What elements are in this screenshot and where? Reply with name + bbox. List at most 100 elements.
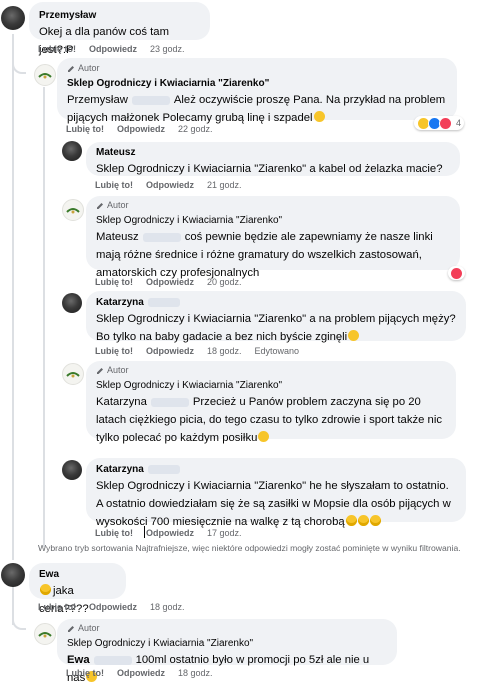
reply-button[interactable]: Odpowiedz xyxy=(146,180,194,190)
avatar[interactable] xyxy=(62,460,82,480)
comment-bubble: Przemysław Okej a dla panów coś tam jest… xyxy=(29,2,210,56)
comment-actions: Lubię to! Odpowiedz 17 godz. xyxy=(95,528,255,538)
comment-timestamp[interactable]: 23 godz. xyxy=(150,44,185,54)
comment-bubble: Katarzyna Sklep Ogrodniczy i Kwiaciarnia… xyxy=(86,291,466,343)
avatar[interactable] xyxy=(62,141,82,161)
filter-notice: Wybrano tryb sortowania Najtrafniejsze, … xyxy=(38,543,461,553)
thread-line-nested xyxy=(43,87,45,547)
like-button[interactable]: Lubię to! xyxy=(95,346,133,356)
like-button[interactable]: Lubię to! xyxy=(95,528,133,538)
reply-button[interactable]: Odpowiedz xyxy=(117,668,165,678)
like-button[interactable]: Lubię to! xyxy=(95,277,133,287)
comment-author[interactable]: Ewa xyxy=(39,568,116,581)
reply-timestamp[interactable]: 18 godz. xyxy=(178,668,213,678)
mention[interactable]: Ewa xyxy=(67,654,90,666)
like-button[interactable]: Lubię to! xyxy=(38,602,76,612)
comment-author[interactable]: Katarzyna xyxy=(96,296,456,309)
thread-curve xyxy=(12,60,26,74)
comment-text: Sklep Ogrodniczy i Kwiaciarnia "Ziarenko… xyxy=(96,480,451,528)
author-badge-label: Autor xyxy=(107,200,129,210)
like-button[interactable]: Lubię to! xyxy=(66,668,104,678)
comment-actions: Lubię to! Odpowiedz 18 godz. Edytowano xyxy=(95,346,312,356)
reply-author[interactable]: Sklep Ogrodniczy i Kwiaciarnia "Ziarenko… xyxy=(67,77,447,90)
reply-button[interactable]: Odpowiedz xyxy=(146,277,194,287)
reply-actions: Lubię to! Odpowiedz 22 godz. xyxy=(66,124,226,134)
shop-avatar[interactable] xyxy=(62,199,84,221)
comment-timestamp[interactable]: 18 godz. xyxy=(150,602,185,612)
reply-text: Przemysław Ależ oczywiście proszę Pana. N… xyxy=(67,94,445,124)
redacted-name xyxy=(142,232,181,242)
reply-actions: Lubię to! Odpowiedz 18 godz. xyxy=(66,668,226,678)
author-badge-label: Autor xyxy=(107,365,129,375)
reply-text: Katarzyna Przecież u Panów problem zaczyn… xyxy=(96,396,442,444)
grin-emoji-icon xyxy=(313,111,325,122)
thread-line-main xyxy=(12,34,14,560)
comment-text: Sklep Ogrodniczy i Kwiaciarnia "Ziarenko… xyxy=(96,163,442,175)
laugh-emoji-icon xyxy=(345,515,357,526)
reaction-summary[interactable] xyxy=(448,266,465,280)
reply-bubble: Autor Sklep Ogrodniczy i Kwiaciarnia "Zi… xyxy=(86,361,456,444)
comment-author[interactable]: Katarzyna xyxy=(96,463,456,476)
author-badge: Autor xyxy=(96,200,450,211)
pencil-icon xyxy=(68,625,74,632)
shop-logo-icon xyxy=(38,632,52,638)
mention[interactable]: Sklep Ogrodniczy i Kwiaciarnia "Ziarenko… xyxy=(96,313,306,325)
reply-button[interactable]: Odpowiedz xyxy=(89,44,137,54)
comment-bubble: Katarzyna Sklep Ogrodniczy i Kwiaciarnia… xyxy=(86,458,466,528)
avatar[interactable] xyxy=(1,563,25,587)
reply-button[interactable]: Odpowiedz xyxy=(146,346,194,356)
laugh-emoji-icon xyxy=(357,515,369,526)
reply-bubble: Autor Sklep Ogrodniczy i Kwiaciarnia "Zi… xyxy=(86,196,460,279)
author-badge: Autor xyxy=(67,623,387,634)
mention[interactable]: Sklep Ogrodniczy i Kwiaciarnia "Ziarenko… xyxy=(96,480,306,492)
comment-author[interactable]: Mateusz xyxy=(96,146,450,159)
redacted-name xyxy=(150,397,189,407)
reply-author[interactable]: Sklep Ogrodniczy i Kwiaciarnia "Ziarenko… xyxy=(67,637,387,650)
reaction-summary[interactable]: 4 xyxy=(414,116,465,130)
mention[interactable]: Przemysław xyxy=(67,94,128,106)
mention[interactable]: Katarzyna xyxy=(96,396,147,408)
comment-timestamp[interactable]: 17 godz. xyxy=(207,528,242,538)
laugh-emoji-icon xyxy=(40,584,51,595)
comment-timestamp[interactable]: 18 godz. xyxy=(207,346,242,356)
reply-timestamp[interactable]: 20 godz. xyxy=(207,277,242,287)
comment-text: Sklep Ogrodniczy i Kwiaciarnia "Ziarenko… xyxy=(96,313,456,343)
author-badge-label: Autor xyxy=(78,623,100,633)
edited-label[interactable]: Edytowano xyxy=(255,346,300,356)
reply-author[interactable]: Sklep Ogrodniczy i Kwiaciarnia "Ziarenko… xyxy=(96,379,446,392)
shop-avatar[interactable] xyxy=(34,64,56,86)
reply-button[interactable]: Odpowiedz xyxy=(89,602,137,612)
comment-actions: Lubię to! Odpowiedz 18 godz. xyxy=(38,602,198,612)
love-reaction-icon xyxy=(439,116,452,130)
shop-logo-icon xyxy=(38,73,52,79)
reply-author[interactable]: Sklep Ogrodniczy i Kwiaciarnia "Ziarenko… xyxy=(96,214,450,227)
reply-timestamp[interactable]: 22 godz. xyxy=(178,124,213,134)
reply-bubble: Autor Sklep Ogrodniczy i Kwiaciarnia "Zi… xyxy=(57,619,397,684)
avatar[interactable] xyxy=(62,293,82,313)
comment-author[interactable]: Przemysław xyxy=(39,9,200,22)
grin-emoji-icon xyxy=(348,330,360,341)
grin-emoji-icon xyxy=(258,431,270,442)
shop-logo-icon xyxy=(66,372,80,378)
text-cursor xyxy=(144,526,145,538)
reply-button[interactable]: Odpowiedz xyxy=(117,124,165,134)
shop-avatar[interactable] xyxy=(34,623,56,645)
reply-text: Mateusz coś pewnie będzie ale zapewniamy … xyxy=(96,231,433,279)
shop-avatar[interactable] xyxy=(62,363,84,385)
shop-logo-icon xyxy=(66,208,80,214)
like-button[interactable]: Lubię to! xyxy=(38,44,76,54)
reply-button[interactable]: Odpowiedz xyxy=(146,528,194,538)
thread-curve-ewa xyxy=(12,616,26,630)
avatar[interactable] xyxy=(1,6,25,30)
comment-timestamp[interactable]: 21 godz. xyxy=(207,180,242,190)
like-button[interactable]: Lubię to! xyxy=(66,124,104,134)
pencil-icon xyxy=(97,367,103,374)
mention[interactable]: Sklep Ogrodniczy i Kwiaciarnia "Ziarenko… xyxy=(96,163,306,175)
reply-bubble: Autor Sklep Ogrodniczy i Kwiaciarnia "Zi… xyxy=(57,58,457,124)
comment-body: a kabel od żelazka macie? xyxy=(309,163,443,175)
like-button[interactable]: Lubię to! xyxy=(95,180,133,190)
mention[interactable]: Mateusz xyxy=(96,231,139,243)
author-badge-label: Autor xyxy=(78,63,100,73)
comment-actions: Lubię to! Odpowiedz 21 godz. xyxy=(95,180,255,190)
redacted-name xyxy=(93,655,132,665)
